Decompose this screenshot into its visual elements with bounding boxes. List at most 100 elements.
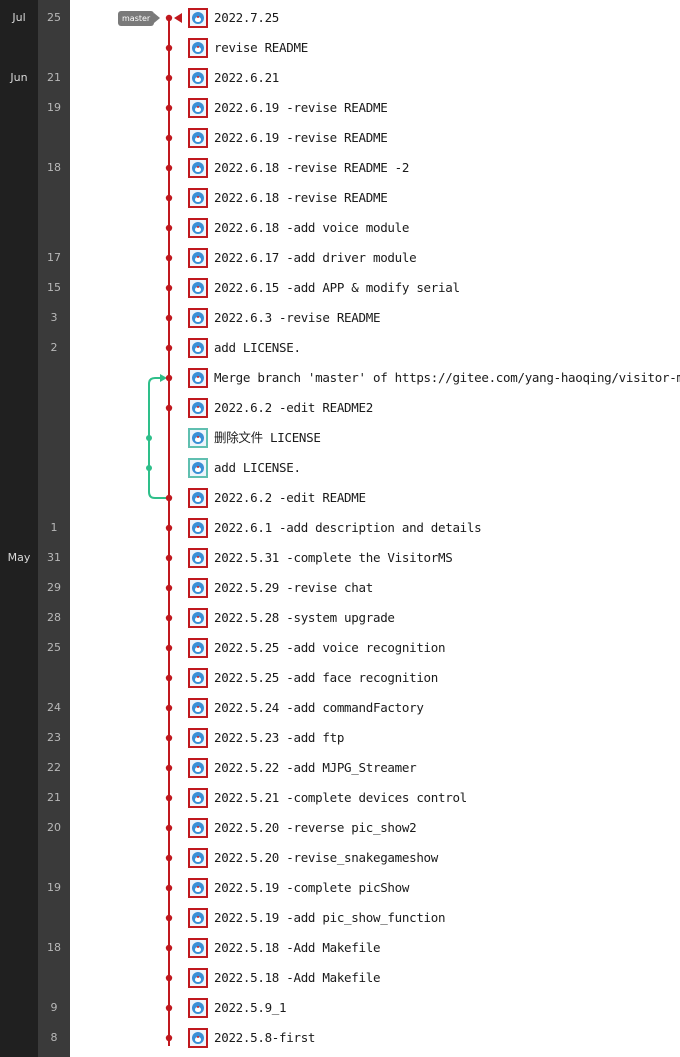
commit-row[interactable]: 2022.5.29 -revise chat: [186, 573, 680, 603]
commit-row[interactable]: 2022.6.19 -revise README: [186, 93, 680, 123]
commit-row[interactable]: 2022.6.2 -edit README2: [186, 393, 680, 423]
avatar-icon-alt: [188, 458, 208, 478]
avatar-icon: [188, 518, 208, 538]
commit-row[interactable]: 2022.5.25 -add voice recognition: [186, 633, 680, 663]
commit-row[interactable]: 删除文件 LICENSE: [186, 423, 680, 453]
commit-list: 2022.7.25 revise README 2022.6.21 2022.6.19…: [0, 0, 680, 1057]
commit-message: 2022.6.18 -revise README -2: [214, 160, 410, 175]
commit-message: 2022.5.21 -complete devices control: [214, 790, 467, 805]
commit-message: add LICENSE.: [214, 460, 301, 475]
commit-row[interactable]: 2022.7.25: [186, 3, 680, 33]
commit-row[interactable]: add LICENSE.: [186, 453, 680, 483]
commit-row[interactable]: add LICENSE.: [186, 333, 680, 363]
commit-message: 2022.5.22 -add MJPG_Streamer: [214, 760, 417, 775]
avatar-icon: [188, 548, 208, 568]
avatar-icon: [188, 968, 208, 988]
commit-row[interactable]: 2022.6.2 -edit README: [186, 483, 680, 513]
avatar-icon: [188, 368, 208, 388]
commit-message: add LICENSE.: [214, 340, 301, 355]
commit-row[interactable]: 2022.6.3 -revise README: [186, 303, 680, 333]
avatar-icon: [188, 578, 208, 598]
avatar-icon: [188, 908, 208, 928]
avatar-icon: [188, 848, 208, 868]
commit-message: 2022.5.18 -Add Makefile: [214, 940, 381, 955]
avatar-icon: [188, 248, 208, 268]
commit-message: 2022.6.3 -revise README: [214, 310, 381, 325]
commit-row[interactable]: 2022.5.19 -complete picShow: [186, 873, 680, 903]
avatar-icon: [188, 38, 208, 58]
commit-row[interactable]: 2022.5.24 -add commandFactory: [186, 693, 680, 723]
commit-row[interactable]: 2022.6.21: [186, 63, 680, 93]
avatar-icon: [188, 998, 208, 1018]
commit-row[interactable]: 2022.6.19 -revise README: [186, 123, 680, 153]
avatar-icon: [188, 698, 208, 718]
commit-message: 2022.6.19 -revise README: [214, 100, 388, 115]
commit-message: 2022.6.21: [214, 70, 280, 85]
commit-message: 2022.7.25: [214, 10, 280, 25]
avatar-icon: [188, 98, 208, 118]
commit-row[interactable]: 2022.5.20 -reverse pic_show2: [186, 813, 680, 843]
commit-message: 2022.5.28 -system upgrade: [214, 610, 395, 625]
commit-message: 2022.6.15 -add APP & modify serial: [214, 280, 460, 295]
commit-row[interactable]: 2022.5.23 -add ftp: [186, 723, 680, 753]
avatar-icon: [188, 278, 208, 298]
commit-row[interactable]: 2022.5.19 -add pic_show_function: [186, 903, 680, 933]
commit-message: 2022.6.2 -edit README: [214, 490, 366, 505]
avatar-icon-alt: [188, 428, 208, 448]
avatar-icon: [188, 488, 208, 508]
commit-row[interactable]: 2022.5.9_1: [186, 993, 680, 1023]
avatar-icon: [188, 218, 208, 238]
commit-message: 2022.5.9_1: [214, 1000, 287, 1015]
commit-message: 2022.5.19 -complete picShow: [214, 880, 410, 895]
commit-row[interactable]: 2022.5.8-first: [186, 1023, 680, 1053]
commit-message: revise README: [214, 40, 308, 55]
commit-message: 2022.5.31 -complete the VisitorMS: [214, 550, 453, 565]
commit-row[interactable]: 2022.5.21 -complete devices control: [186, 783, 680, 813]
commit-row[interactable]: 2022.6.18 -revise README -2: [186, 153, 680, 183]
commit-message: 2022.6.18 -revise README: [214, 190, 388, 205]
commit-message: 2022.6.18 -add voice module: [214, 220, 410, 235]
commit-message: 2022.6.17 -add driver module: [214, 250, 417, 265]
commit-row[interactable]: 2022.6.1 -add description and details: [186, 513, 680, 543]
commit-message: 2022.5.29 -revise chat: [214, 580, 373, 595]
commit-message: 删除文件 LICENSE: [214, 430, 321, 445]
avatar-icon: [188, 68, 208, 88]
avatar-icon: [188, 728, 208, 748]
avatar-icon: [188, 608, 208, 628]
avatar-icon: [188, 8, 208, 28]
commit-row[interactable]: 2022.5.28 -system upgrade: [186, 603, 680, 633]
avatar-icon: [188, 788, 208, 808]
avatar-icon: [188, 398, 208, 418]
commit-row[interactable]: 2022.6.18 -add voice module: [186, 213, 680, 243]
commit-message: 2022.5.8-first: [214, 1030, 316, 1045]
commit-message: 2022.5.24 -add commandFactory: [214, 700, 424, 715]
commit-row[interactable]: 2022.5.22 -add MJPG_Streamer: [186, 753, 680, 783]
commit-message: 2022.5.20 -reverse pic_show2: [214, 820, 417, 835]
avatar-icon: [188, 758, 208, 778]
avatar-icon: [188, 188, 208, 208]
commit-message: 2022.6.2 -edit README2: [214, 400, 373, 415]
commit-message: 2022.5.19 -add pic_show_function: [214, 910, 446, 925]
commit-row[interactable]: 2022.6.17 -add driver module: [186, 243, 680, 273]
avatar-icon: [188, 818, 208, 838]
avatar-icon: [188, 938, 208, 958]
commit-message: 2022.5.18 -Add Makefile: [214, 970, 381, 985]
commit-message: 2022.5.25 -add voice recognition: [214, 640, 446, 655]
commit-row[interactable]: revise README: [186, 33, 680, 63]
commit-row[interactable]: 2022.5.25 -add face recognition: [186, 663, 680, 693]
commit-row[interactable]: 2022.5.20 -revise_snakegameshow: [186, 843, 680, 873]
commit-message: 2022.5.23 -add ftp: [214, 730, 345, 745]
commit-row[interactable]: Merge branch 'master' of https://gitee.c…: [186, 363, 680, 393]
avatar-icon: [188, 308, 208, 328]
commit-row[interactable]: 2022.6.18 -revise README: [186, 183, 680, 213]
commit-message: 2022.6.19 -revise README: [214, 130, 388, 145]
commit-row[interactable]: 2022.5.18 -Add Makefile: [186, 933, 680, 963]
avatar-icon: [188, 338, 208, 358]
commit-message: 2022.5.20 -revise_snakegameshow: [214, 850, 438, 865]
avatar-icon: [188, 668, 208, 688]
commit-message: 2022.5.25 -add face recognition: [214, 670, 438, 685]
commit-row[interactable]: 2022.6.15 -add APP & modify serial: [186, 273, 680, 303]
commit-row[interactable]: 2022.5.31 -complete the VisitorMS: [186, 543, 680, 573]
commit-row[interactable]: 2022.5.18 -Add Makefile: [186, 963, 680, 993]
avatar-icon: [188, 1028, 208, 1048]
